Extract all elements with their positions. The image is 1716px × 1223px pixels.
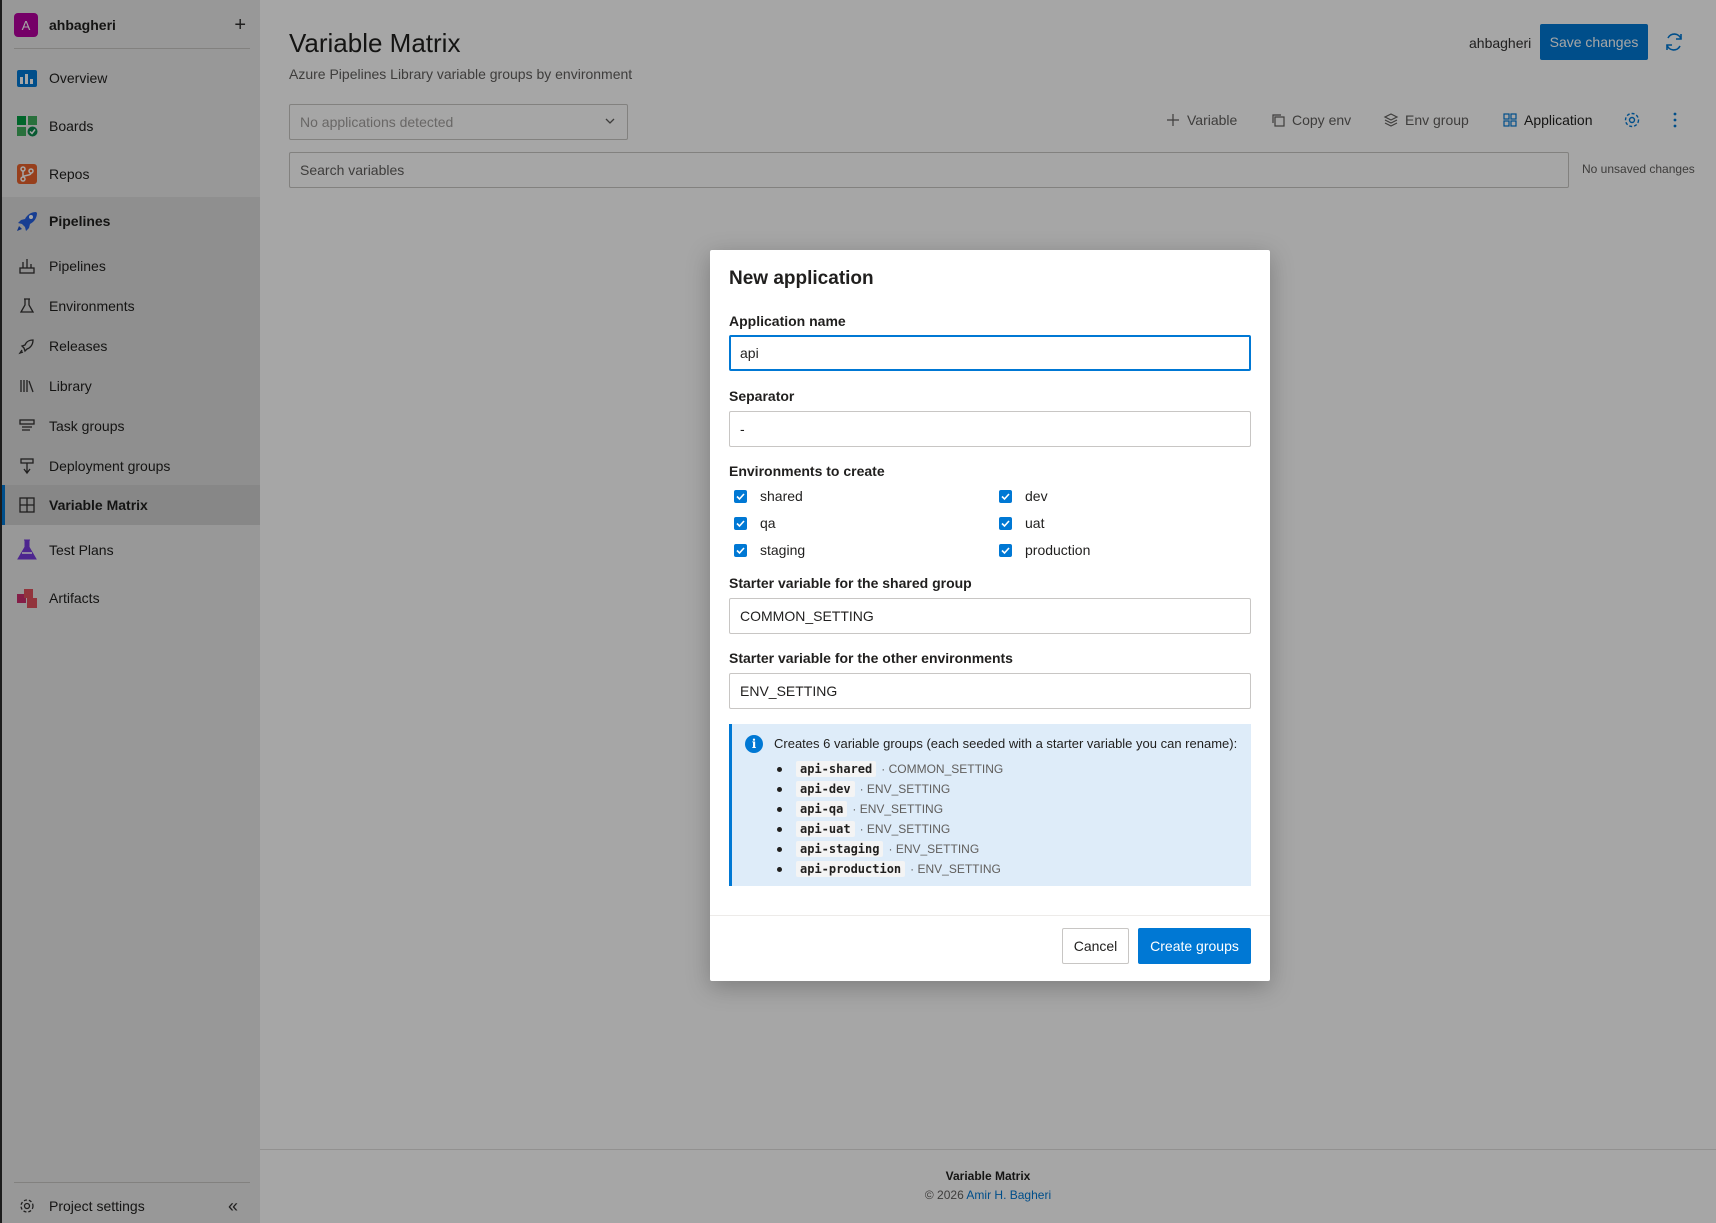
group-name: api-production xyxy=(796,861,906,877)
env-name: staging xyxy=(760,542,806,558)
checkbox-checked-icon xyxy=(734,489,747,503)
group-list: api-shared · COMMON_SETTING api-dev · ENV_… xyxy=(774,759,1003,879)
dialog-title: New application xyxy=(729,268,874,289)
checkbox-checked-icon xyxy=(734,543,747,557)
create-groups-button[interactable]: Create groups xyxy=(1138,928,1251,964)
group-name: api-staging xyxy=(796,841,884,857)
group-name: api-shared xyxy=(796,761,877,777)
env-name: production xyxy=(1025,542,1091,558)
app-name-input[interactable] xyxy=(729,335,1251,371)
other-var-label: Starter variable for the other environme… xyxy=(729,650,1013,666)
info-box: i Creates 6 variable groups (each seeded… xyxy=(729,724,1251,886)
list-item: api-qa · ENV_SETTING xyxy=(774,799,1003,819)
env-name: shared xyxy=(760,488,803,504)
envs-label: Environments to create xyxy=(729,463,885,479)
env-name: qa xyxy=(760,515,776,531)
group-var: · ENV_SETTING xyxy=(888,842,980,856)
env-checkbox-dev[interactable]: dev xyxy=(999,488,1048,504)
env-checkbox-qa[interactable]: qa xyxy=(734,515,776,531)
shared-var-label: Starter variable for the shared group xyxy=(729,575,972,591)
group-name: api-dev xyxy=(796,781,855,797)
env-checkbox-staging[interactable]: staging xyxy=(734,542,805,558)
other-var-input[interactable] xyxy=(729,673,1251,709)
checkbox-checked-icon xyxy=(734,516,747,530)
group-var: · ENV_SETTING xyxy=(859,782,951,796)
group-name: api-uat xyxy=(796,821,855,837)
env-checkbox-shared[interactable]: shared xyxy=(734,488,803,504)
shared-var-input[interactable] xyxy=(729,598,1251,634)
new-application-dialog: New application Application name Separat… xyxy=(710,250,1270,981)
separator-input[interactable] xyxy=(729,411,1251,447)
list-item: api-staging · ENV_SETTING xyxy=(774,839,1003,859)
group-var: · ENV_SETTING xyxy=(859,822,951,836)
env-checkbox-production[interactable]: production xyxy=(999,542,1090,558)
env-name: dev xyxy=(1025,488,1048,504)
env-checkbox-uat[interactable]: uat xyxy=(999,515,1044,531)
info-text: Creates 6 variable groups (each seeded w… xyxy=(774,736,1238,751)
group-var: · ENV_SETTING xyxy=(910,862,1001,876)
checkbox-checked-icon xyxy=(999,516,1012,530)
list-item: api-production · ENV_SETTING xyxy=(774,859,1003,879)
info-icon: i xyxy=(745,735,763,753)
group-var: · ENV_SETTING xyxy=(852,802,944,816)
list-item: api-uat · ENV_SETTING xyxy=(774,819,1003,839)
group-var: · COMMON_SETTING xyxy=(881,762,1004,776)
divider xyxy=(710,915,1270,916)
separator-label: Separator xyxy=(729,388,795,404)
list-item: api-dev · ENV_SETTING xyxy=(774,779,1003,799)
cancel-button[interactable]: Cancel xyxy=(1062,928,1129,964)
env-name: uat xyxy=(1025,515,1045,531)
app-name-label: Application name xyxy=(729,313,846,329)
checkbox-checked-icon xyxy=(999,543,1012,557)
checkbox-checked-icon xyxy=(999,489,1012,503)
list-item: api-shared · COMMON_SETTING xyxy=(774,759,1003,779)
group-name: api-qa xyxy=(796,801,848,817)
